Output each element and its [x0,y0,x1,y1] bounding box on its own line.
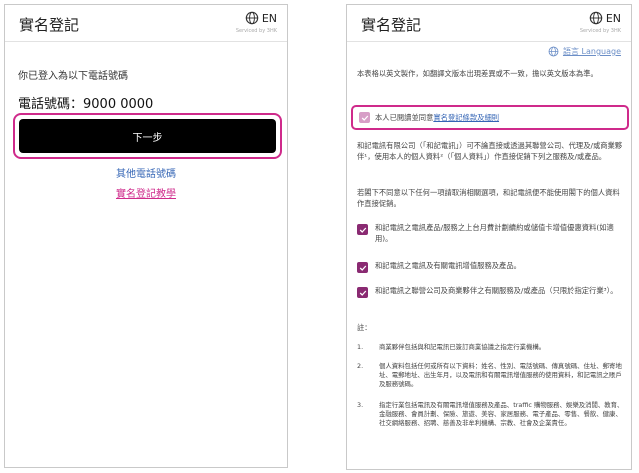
serviced-by: Serviced by 3HK [579,28,621,34]
header: 實名登記 EN Serviced by 3HK [347,5,631,42]
page-title: 實名登記 [361,16,422,34]
note-number: 1. [357,343,364,351]
next-button[interactable]: 下一步 [19,119,276,153]
language-label: EN [605,11,621,25]
check-icon [359,265,366,271]
option-label: 和記電訊之電訊及有關電訊增值服務及產品。 [375,261,521,270]
header: 實名登記 EN Serviced by 3HK [5,5,287,42]
note-item: 3. 指定行業包括電訊及有關電訊增值服務及產品、traffic 購物服務、娛樂及… [357,401,625,428]
next-button-highlight: 下一步 [13,113,282,159]
terms-link[interactable]: 實名登記條款及細則 [433,113,499,122]
globe-icon [548,46,559,57]
agree-terms-row[interactable]: 本人已閱讀並同意實名登記條款及細則 [351,105,629,130]
opt-out-notice: 若閣下不同意以下任何一項請取消相關選項，和記電訊便不能使用閣下的個人資料作直接促… [357,188,620,208]
option-checkbox[interactable] [357,287,368,298]
other-phone-number-link[interactable]: 其他電話號碼 [5,165,287,180]
language-switch-label: 語言 Language [562,47,621,56]
language-label: EN [261,11,277,25]
phone-number-label: 電話號碼：9000 0000 [18,97,154,112]
translation-disclaimer: 本表格以英文製作，如翻譯文版本出現差異或不一致，擔以英文版本為準。 [357,69,598,78]
agree-prefix: 本人已閱讀並同意 [375,112,434,122]
note-number: 3. [357,401,364,409]
check-icon [361,115,368,121]
globe-icon [245,11,259,25]
option-label: 和記電訊之聯營公司及商業夥伴之有關服務及/或產品（只限於指定行業³）。 [375,286,618,295]
check-icon [359,227,366,233]
language-switch[interactable]: 語言 Language [548,46,621,57]
notes-title: 註： [357,323,372,332]
login-panel: 實名登記 EN Serviced by 3HK 你已登入為以下電話號碼 電話號碼… [4,4,288,468]
note-item: 1. 商業夥伴包括與和記電訊已簽訂商業協議之指定行業機構。 [357,343,625,352]
note-text: 個人資料包括任何或所有以下資料：姓名、性別、電話號碼、傳真號碼、住址、郵寄地址、… [379,362,622,388]
check-icon [359,290,366,296]
language-toggle[interactable]: EN [589,11,621,25]
serviced-by: Serviced by 3HK [235,28,277,34]
agree-checkbox[interactable] [359,112,370,123]
page-title: 實名登記 [19,16,80,34]
note-number: 2. [357,362,364,370]
note-text: 指定行業包括電訊及有關電訊增值服務及產品、traffic 購物服務、娛樂及消閒、… [379,401,624,427]
login-intro-text: 你已登入為以下電話號碼 [18,71,128,82]
marketing-option-1[interactable]: 和記電訊之電訊產品/服務之上台月費計劃續約或儲值卡增值優惠資料(如適用)。 [357,223,625,244]
registration-panel: 實名登記 EN Serviced by 3HK 語言 Language 本表格以… [346,4,632,470]
registration-guide-link[interactable]: 實名登記教學 [116,189,176,200]
globe-icon [589,11,603,25]
option-checkbox[interactable] [357,224,368,235]
agree-text: 本人已閱讀並同意實名登記條款及細則 [375,113,499,123]
marketing-option-2[interactable]: 和記電訊之電訊及有關電訊增值服務及產品。 [357,261,625,273]
marketing-option-3[interactable]: 和記電訊之聯營公司及商業夥伴之有關服務及/或產品（只限於指定行業³）。 [357,286,625,298]
note-text: 商業夥伴包括與和記電訊已簽訂商業協議之指定行業機構。 [379,343,546,351]
note-item: 2. 個人資料包括任何或所有以下資料：姓名、性別、電話號碼、傳真號碼、住址、郵寄… [357,362,625,389]
registration-guide-link-wrap: 實名登記教學 [5,185,287,200]
direct-marketing-consent: 和記電訊有限公司（「和記電訊」）可不論直接或透過其聯營公司、代理及/或商業夥伴¹… [357,141,623,161]
option-checkbox[interactable] [357,262,368,273]
option-label: 和記電訊之電訊產品/服務之上台月費計劃續約或儲值卡增值優惠資料(如適用)。 [375,223,614,243]
language-toggle[interactable]: EN [245,11,277,25]
